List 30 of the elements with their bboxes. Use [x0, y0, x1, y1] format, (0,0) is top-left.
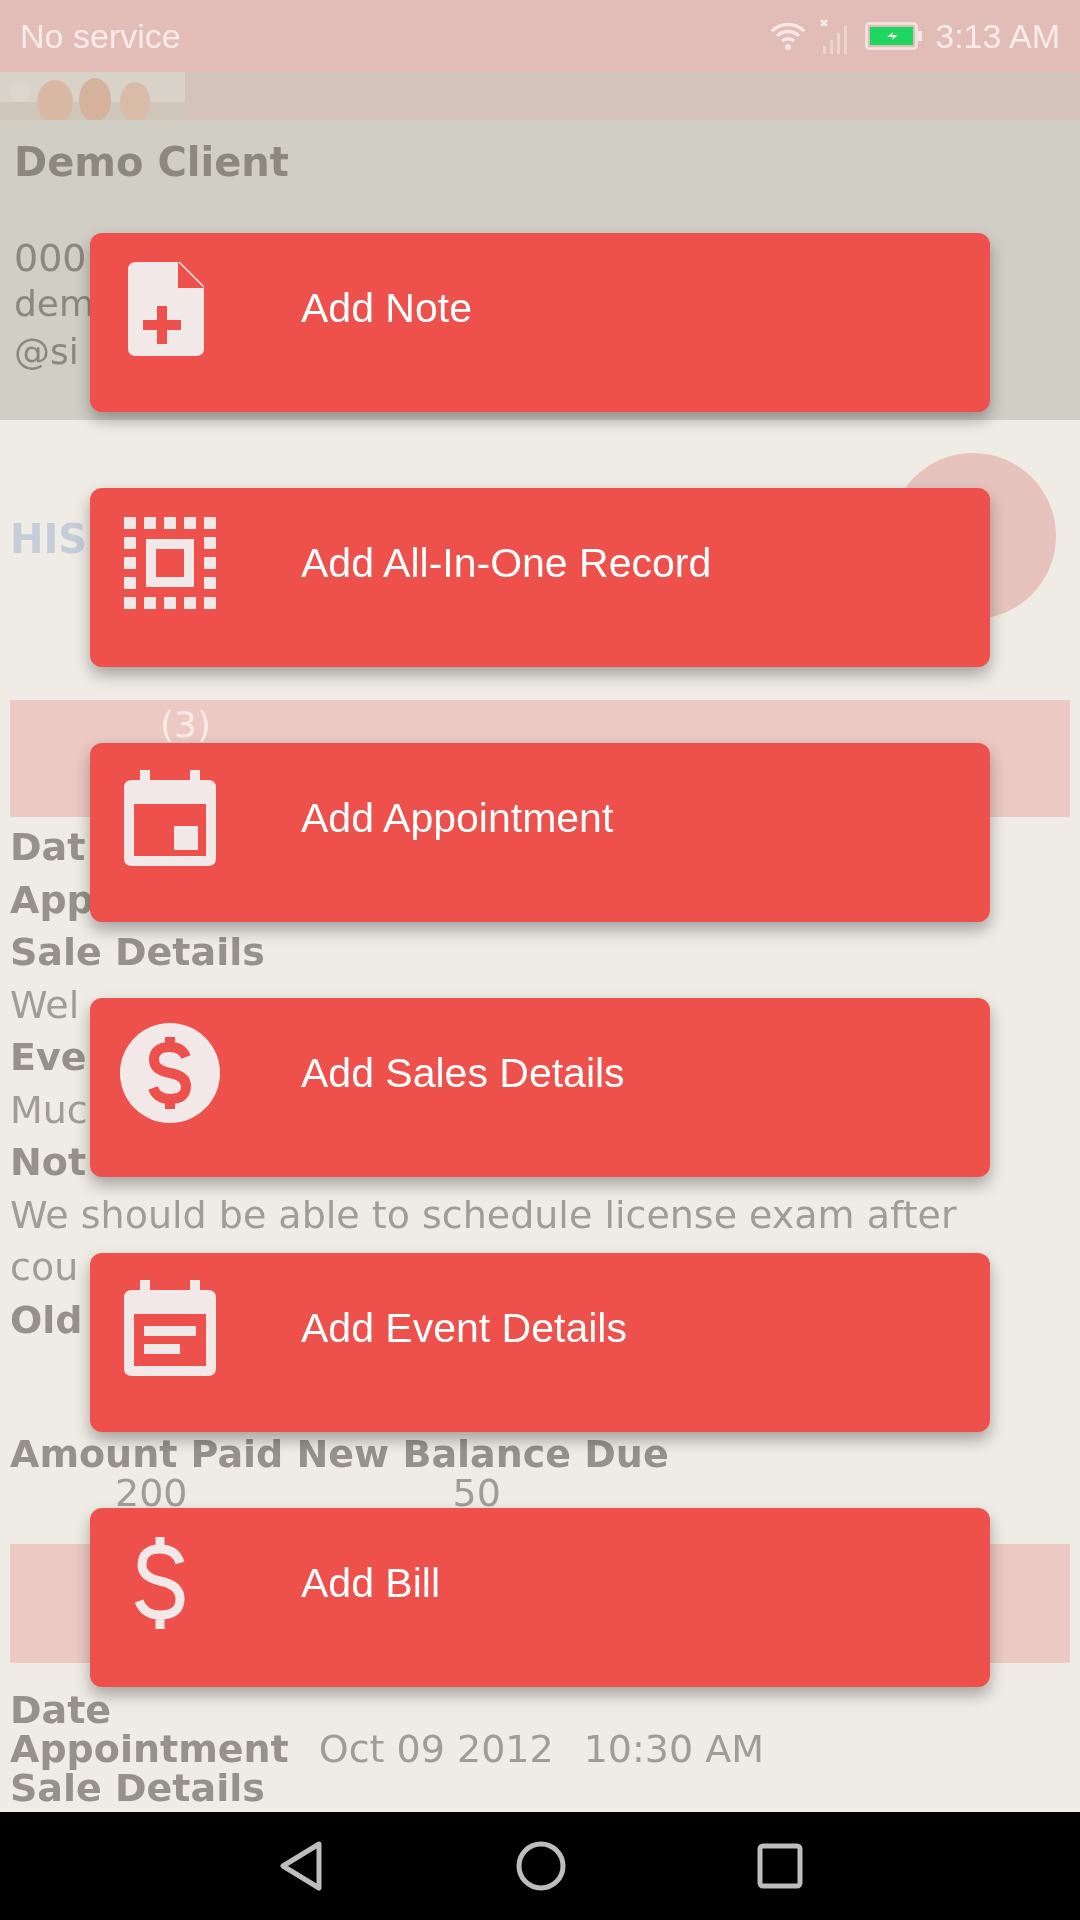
menu-item[interactable]: Add Appointment — [90, 743, 990, 922]
wifi-icon — [769, 21, 808, 51]
menu-item[interactable]: Add Note — [90, 233, 990, 412]
field-value: Oct 09 2012 — [318, 1730, 554, 1769]
menu-item[interactable]: Add All-In-One Record — [90, 488, 990, 667]
field-label: Date — [10, 1691, 112, 1730]
client-name: Demo Client — [14, 140, 289, 184]
client-email: @si — [14, 330, 79, 374]
field-label: Sale Details — [10, 1769, 265, 1808]
field-value: 10:30 AM — [583, 1730, 765, 1769]
field-label: Appointment — [10, 1730, 289, 1769]
dollar-circle-icon — [120, 1023, 220, 1123]
client-phone: 000 — [14, 236, 87, 280]
amount-header: Amount Paid New Balance Due — [10, 1434, 669, 1474]
field-label: Eve — [10, 1034, 87, 1081]
home-icon[interactable] — [515, 1840, 567, 1892]
recents-icon[interactable] — [757, 1843, 803, 1889]
battery-icon — [865, 22, 924, 50]
field-value: Wel — [10, 981, 80, 1029]
field-label: Dat — [10, 824, 86, 871]
field-value: We should be able to schedule license exam after — [10, 1191, 957, 1239]
field-label: Not — [10, 1139, 87, 1186]
menu-item[interactable]: Add Sales Details — [90, 998, 990, 1177]
back-icon[interactable] — [277, 1840, 325, 1892]
field-label: Old — [10, 1296, 83, 1344]
field-value: cou — [10, 1244, 79, 1291]
field-value: Muc — [10, 1086, 88, 1134]
field-label: Sale Details — [10, 929, 265, 976]
menu-item[interactable]: Add Bill — [90, 1508, 990, 1687]
menu-item[interactable]: Add Event Details — [90, 1253, 990, 1432]
